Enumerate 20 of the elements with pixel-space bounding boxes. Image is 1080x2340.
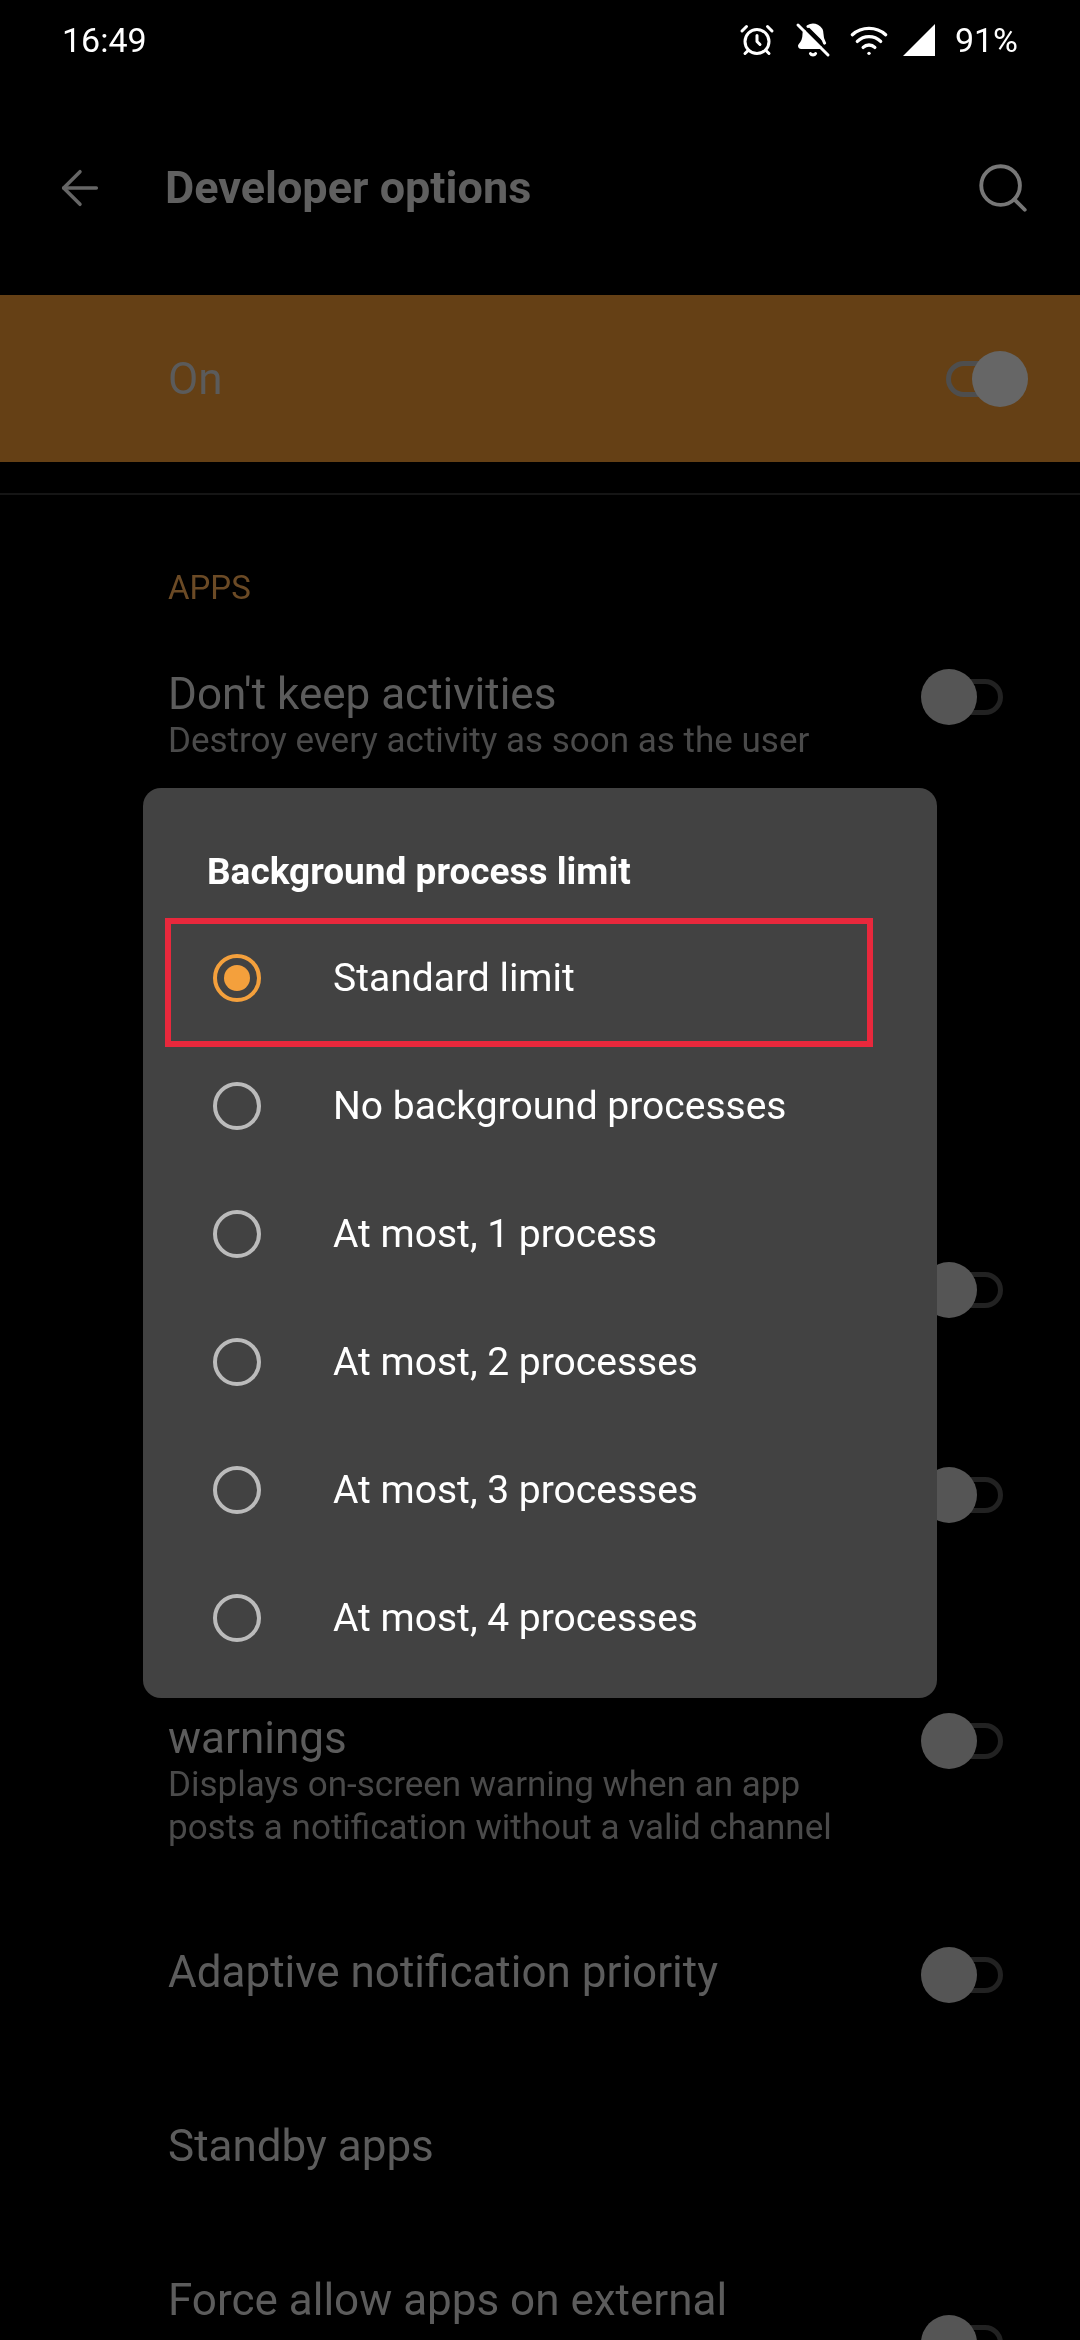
status-time: 16:49	[62, 18, 147, 62]
toggle-switch[interactable]	[921, 1713, 1003, 1769]
radio-option[interactable]: No background processes	[143, 1042, 937, 1170]
section-header: APPS	[168, 568, 251, 607]
master-switch-label: On	[168, 351, 223, 407]
setting-description: Destroy every activity as soon as the user	[168, 719, 811, 762]
bell-off-icon	[794, 22, 831, 58]
radio-option[interactable]: At most, 1 process	[143, 1170, 937, 1298]
toggle-switch[interactable]	[921, 1947, 1003, 2003]
radio-option[interactable]: At most, 4 processes	[143, 1554, 937, 1682]
toggle-switch[interactable]	[921, 669, 1003, 725]
toolbar-title: Developer options	[165, 159, 532, 216]
radio-option[interactable]: At most, 2 processes	[143, 1298, 937, 1426]
alarm-icon	[738, 22, 775, 58]
radio-option[interactable]: At most, 3 processes	[143, 1426, 937, 1554]
radio-option[interactable]: Standard limit	[143, 914, 937, 1042]
toggle-switch[interactable]	[946, 350, 1028, 407]
battery-percent: 91%	[954, 18, 1018, 62]
dialog-title: Background process limit	[207, 850, 631, 893]
setting-description: Displays on-screen warning when an app posts a notification without a valid channel	[168, 1763, 833, 1849]
